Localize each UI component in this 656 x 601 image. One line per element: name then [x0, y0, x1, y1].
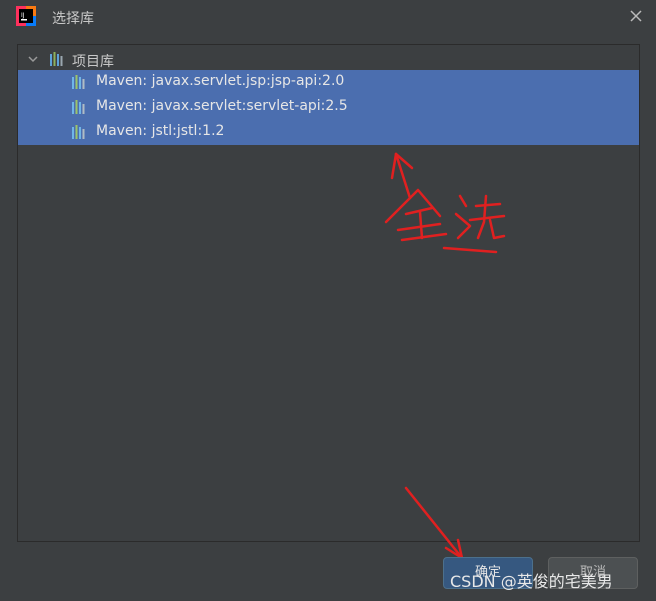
- library-item[interactable]: Maven: jstl:jstl:1.2: [18, 120, 639, 145]
- ok-button[interactable]: 确定: [443, 557, 533, 589]
- library-tree[interactable]: 项目库 Maven: javax.servlet.jsp:jsp-api:2.0…: [17, 44, 640, 542]
- library-icon: [72, 100, 85, 114]
- library-list: Maven: javax.servlet.jsp:jsp-api:2.0 Mav…: [18, 70, 639, 145]
- svg-text:IJ: IJ: [21, 12, 25, 19]
- chevron-down-icon[interactable]: [26, 52, 40, 66]
- library-item-label: Maven: jstl:jstl:1.2: [96, 123, 225, 139]
- library-icon: [72, 125, 85, 139]
- library-item-label: Maven: javax.servlet:servlet-api:2.5: [96, 98, 348, 114]
- library-item-label: Maven: javax.servlet.jsp:jsp-api:2.0: [96, 73, 345, 89]
- dialog-title: 选择库: [52, 11, 94, 27]
- library-item[interactable]: Maven: javax.servlet.jsp:jsp-api:2.0: [18, 70, 639, 95]
- tree-root-label: 项目库: [72, 54, 114, 70]
- tree-root-project-libraries[interactable]: 项目库: [18, 47, 639, 71]
- cancel-button[interactable]: 取消: [548, 557, 638, 589]
- close-icon[interactable]: [626, 6, 646, 26]
- library-item[interactable]: Maven: javax.servlet:servlet-api:2.5: [18, 95, 639, 120]
- intellij-app-icon: IJ: [16, 6, 36, 26]
- library-icon: [72, 75, 85, 89]
- library-icon: [50, 52, 63, 66]
- title-bar: IJ 选择库: [0, 0, 656, 34]
